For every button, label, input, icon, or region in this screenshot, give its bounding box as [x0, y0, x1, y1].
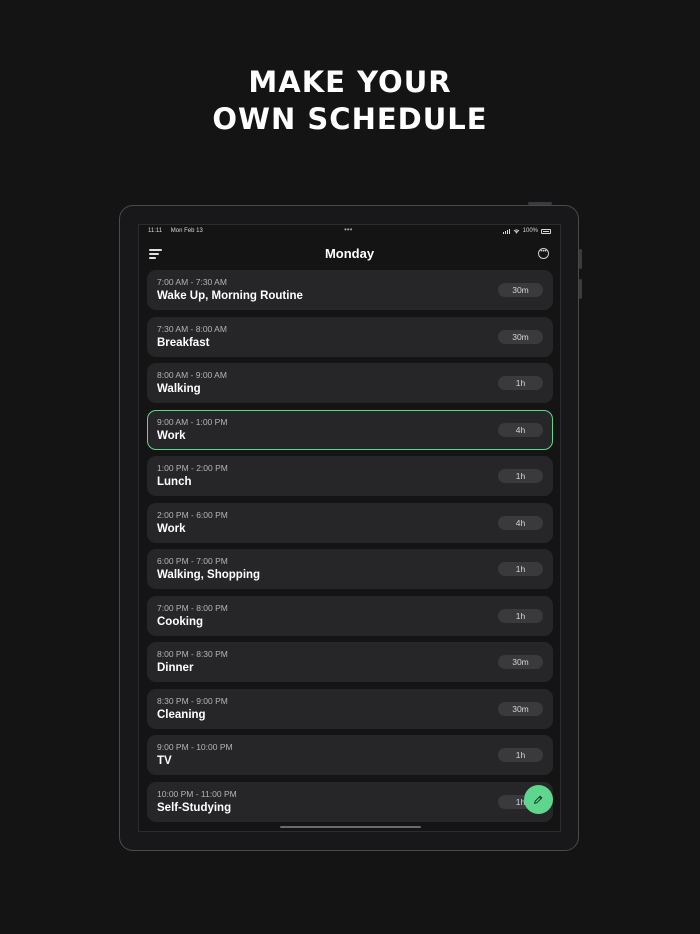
- schedule-card[interactable]: 1:00 PM - 2:00 PM Lunch 1h: [147, 456, 553, 496]
- schedule-title: TV: [157, 755, 172, 767]
- schedule-time-range: 1:00 PM - 2:00 PM: [157, 463, 228, 473]
- duration-badge: 30m: [498, 329, 543, 344]
- schedule-card[interactable]: 8:00 PM - 8:30 PM Dinner 30m: [147, 642, 553, 682]
- device-volume-down-button: [579, 279, 582, 299]
- status-bar: 11:11 Mon Feb 13 ••• 100%: [139, 225, 560, 240]
- duration-badge: 1h: [498, 748, 543, 762]
- schedule-card[interactable]: 7:00 AM - 7:30 AM Wake Up, Morning Routin…: [147, 270, 553, 310]
- wifi-icon: [513, 229, 519, 234]
- schedule-title: Work: [157, 522, 186, 535]
- battery-icon: [541, 228, 551, 234]
- schedule-time-range: 9:00 AM - 1:00 PM: [157, 416, 228, 427]
- nav-bar: Monday •••: [139, 243, 560, 263]
- home-indicator[interactable]: [280, 826, 421, 828]
- schedule-list: 7:00 AM - 7:30 AM Wake Up, Morning Routin…: [147, 270, 553, 828]
- schedule-card[interactable]: 8:30 PM - 9:00 PM Cleaning 30m: [147, 688, 553, 729]
- schedule-title: Cooking: [157, 615, 203, 628]
- schedule-title: Breakfast: [157, 336, 210, 349]
- more-icon[interactable]: •••: [538, 248, 549, 259]
- schedule-card[interactable]: 10:00 PM - 11:00 PM Self-Studying 1h: [147, 781, 553, 822]
- schedule-title: Lunch: [157, 476, 192, 488]
- status-date: Mon Feb 13: [170, 228, 203, 234]
- schedule-time-range: 8:30 PM - 9:00 PM: [157, 695, 228, 706]
- schedule-card[interactable]: 6:00 PM - 7:00 PM Walking, Shopping 1h: [147, 549, 553, 589]
- schedule-time-range: 10:00 PM - 11:00 PM: [157, 788, 237, 799]
- duration-badge: 1h: [498, 376, 543, 390]
- pencil-icon: [534, 795, 543, 804]
- schedule-title: Dinner: [157, 662, 194, 674]
- schedule-title: Wake Up, Morning Routine: [157, 290, 303, 302]
- schedule-time-range: 8:00 PM - 8:30 PM: [157, 649, 228, 659]
- device-volume-up-button: [579, 249, 582, 269]
- page-title: Monday: [324, 246, 375, 261]
- duration-badge: 1h: [498, 469, 543, 483]
- duration-badge: 30m: [498, 701, 543, 716]
- schedule-time-range: 8:00 AM - 9:00 AM: [157, 370, 227, 380]
- duration-badge: 1h: [498, 608, 543, 623]
- headline-line-1: MAKE YOUR: [248, 65, 452, 99]
- schedule-time-range: 2:00 PM - 6:00 PM: [157, 509, 228, 520]
- schedule-title: Walking, Shopping: [157, 569, 261, 581]
- schedule-time-range: 7:00 PM - 8:00 PM: [157, 602, 228, 613]
- schedule-time-range: 7:00 AM - 7:30 AM: [157, 277, 227, 287]
- schedule-card[interactable]: 9:00 PM - 10:00 PM TV 1h: [147, 735, 553, 775]
- headline-line-2: OWN SCHEDULE: [212, 102, 488, 136]
- schedule-title: Work: [157, 429, 186, 442]
- schedule-time-range: 6:00 PM - 7:00 PM: [157, 556, 228, 566]
- duration-badge: 30m: [498, 283, 543, 297]
- duration-badge: 30m: [498, 655, 543, 669]
- schedule-card[interactable]: 9:00 AM - 1:00 PM Work 4h: [147, 409, 553, 450]
- schedule-title: Self-Studying: [157, 801, 232, 814]
- schedule-card[interactable]: 2:00 PM - 6:00 PM Work 4h: [147, 502, 553, 543]
- duration-badge: 1h: [498, 562, 543, 576]
- edit-fab-button[interactable]: [524, 785, 553, 814]
- status-time: 11:11: [148, 228, 163, 234]
- duration-badge: 4h: [498, 515, 543, 530]
- schedule-time-range: 7:30 AM - 8:00 AM: [157, 323, 227, 334]
- app-screen: 11:11 Mon Feb 13 ••• 100% Monday ••• 7:0…: [138, 224, 561, 832]
- multitasking-dots[interactable]: •••: [344, 225, 352, 234]
- duration-badge: 4h: [498, 422, 543, 437]
- marketing-headline: MAKE YOUR OWN SCHEDULE: [0, 64, 700, 138]
- schedule-title: Walking: [157, 383, 201, 395]
- battery-percent: 100%: [522, 228, 538, 234]
- schedule-title: Cleaning: [157, 708, 206, 721]
- schedule-card[interactable]: 7:30 AM - 8:00 AM Breakfast 30m: [147, 316, 553, 357]
- schedule-card[interactable]: 8:00 AM - 9:00 AM Walking 1h: [147, 363, 553, 403]
- signal-icon: [502, 228, 510, 234]
- schedule-card[interactable]: 7:00 PM - 8:00 PM Cooking 1h: [147, 595, 553, 636]
- schedule-time-range: 9:00 PM - 10:00 PM: [157, 742, 233, 752]
